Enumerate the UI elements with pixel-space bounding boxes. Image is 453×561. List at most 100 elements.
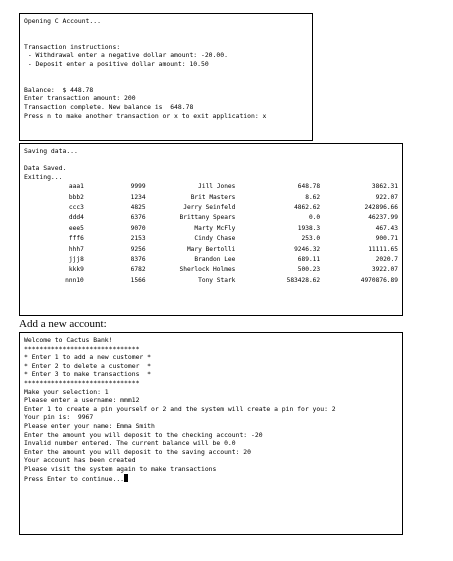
saving-balance-cell: 242896.66 (364, 204, 398, 212)
terminal-line: Enter the amount you will deposit to the… (24, 447, 252, 456)
checking-balance-cell: 8.62 (305, 193, 321, 201)
pin-cell: 8376 (130, 256, 146, 263)
saving-balance-cell: 3922.07 (371, 266, 398, 274)
account-id-cell: nnn10 (65, 276, 84, 284)
transaction-terminal: Opening C Account... Transaction instruct… (19, 13, 313, 141)
add-account-caption: Add a new account: (19, 318, 107, 330)
terminal-line: - Withdrawal enter a negative dollar amo… (24, 51, 228, 60)
terminal-line: Press n to make another transaction or x… (24, 111, 267, 120)
account-id-cell: hhh7 (68, 245, 84, 253)
account-id-cell: eee5 (68, 224, 84, 232)
table-row: nnn10 1566 Tony Stark 583428.62 4970876.89 (24, 276, 398, 286)
saving-balance-cell: 467.43 (375, 224, 398, 232)
pin-cell: 4825 (130, 204, 146, 212)
table-row: hhh7 9256 Mary Bertolli 9246.32 11111.65 (24, 245, 398, 255)
terminal-line: Invalid number entered. The current bala… (24, 439, 236, 448)
checking-balance-cell: 689.11 (297, 256, 321, 263)
terminal-line: * Enter 2 to delete a customer * (24, 361, 151, 370)
accounts-table: aaa1 9999 Jill Jones 648.78 3862.31 bbb2 1234 B… (24, 182, 398, 286)
pin-cell: 1234 (130, 193, 146, 201)
name-cell: Mary Bertolli (186, 245, 236, 253)
terminal-line: * Enter 3 to make transactions * (24, 370, 151, 379)
name-cell: Brit Masters (190, 193, 236, 201)
terminal-line: Balance: $ 448.78 (24, 85, 94, 94)
name-cell: Cindy Chase (194, 235, 236, 243)
name-cell: Jerry Seinfeld (183, 204, 236, 212)
saving-balance-cell: 900.71 (375, 235, 398, 243)
terminal-line: * Enter 1 to add a new customer * (24, 353, 151, 362)
terminal-line: Your pin is: 9967 (24, 413, 94, 422)
checking-balance-cell: 648.78 (297, 183, 321, 191)
checking-balance-cell: 9246.32 (294, 245, 321, 253)
account-id-cell: aaa1 (68, 183, 84, 191)
terminal-line: Enter the amount you will deposit to the… (24, 430, 263, 439)
continue-prompt: Press Enter to continue... (24, 474, 125, 483)
name-cell: Sherlock Holmes (179, 266, 236, 274)
name-cell: Tony Stark (198, 276, 236, 284)
text-cursor (124, 473, 129, 482)
pin-cell: 9256 (130, 245, 146, 253)
saving-balance-cell: 4970876.89 (360, 276, 398, 284)
name-cell: Jill Jones (198, 183, 236, 191)
terminal-line: Welcome to Cactus Bank! (24, 336, 113, 344)
pin-cell: 9999 (130, 183, 146, 191)
terminal-line: Enter transaction amount: 200 (24, 94, 136, 103)
checking-balance-cell: 0.0 (308, 214, 321, 222)
terminal-line: Please enter your name: Emma Smith (24, 421, 155, 430)
checking-balance-cell: 583428.62 (286, 276, 321, 284)
terminal-line: ****************************** (24, 378, 140, 387)
name-cell: Brittany Spears (179, 214, 236, 222)
saving-data-terminal: Saving data... Data Saved. Exiting... aaa1… (19, 143, 403, 316)
table-row: aaa1 9999 Jill Jones 648.78 3862.31 (24, 182, 398, 192)
terminal-line: Your account has been created (24, 456, 136, 465)
pin-cell: 1566 (130, 276, 146, 284)
pin-cell: 6782 (130, 266, 146, 274)
checking-balance-cell: 500.23 (297, 266, 321, 274)
saving-balance-cell: 3862.31 (371, 183, 398, 191)
saving-balance-cell: 2020.7 (375, 256, 398, 263)
name-cell: Marty McFly (194, 224, 236, 232)
checking-balance-cell: 1938.3 (297, 224, 321, 232)
table-row: ddd4 6376 Brittany Spears 0.0 46237.99 (24, 214, 398, 224)
table-row: jjj8 8376 Brandon Lee 689.11 2020.7 (24, 255, 398, 265)
pin-cell: 2153 (130, 235, 146, 243)
terminal-line: Enter 1 to create a pin yourself or 2 an… (24, 404, 336, 413)
terminal-line: ****************************** (24, 344, 140, 353)
table-row: bbb2 1234 Brit Masters 8.62 922.07 (24, 193, 398, 203)
pin-cell: 9070 (130, 224, 146, 232)
account-id-cell: jjj8 (68, 256, 84, 263)
terminal-prompt-line[interactable]: Press Enter to continue... (24, 473, 398, 483)
saving-balance-cell: 46237.99 (368, 214, 398, 222)
account-id-cell: ccc3 (68, 204, 84, 212)
terminal-line: Transaction instructions: (24, 42, 121, 51)
add-account-terminal: Welcome to Cactus Bank! *****************… (19, 332, 403, 535)
name-cell: Brandon Lee (194, 256, 236, 263)
table-row: fff6 2153 Cindy Chase 253.0 900.71 (24, 234, 398, 244)
terminal-line: Transaction complete. New balance is 648… (24, 102, 194, 111)
table-row: kkk9 6782 Sherlock Holmes 500.23 3922.07 (24, 266, 398, 276)
pin-cell: 6376 (130, 214, 146, 222)
terminal-line: Opening C Account... (24, 17, 101, 25)
terminal-line: Please enter a username: mmm12 (24, 396, 140, 405)
terminal-line: - Deposit enter a positive dollar amount… (24, 59, 209, 68)
checking-balance-cell: 4862.62 (294, 204, 321, 212)
account-id-cell: bbb2 (68, 193, 84, 201)
terminal-line: Saving data... (24, 147, 78, 155)
saving-balance-cell: 11111.65 (368, 245, 398, 253)
table-row: ccc3 4825 Jerry Seinfeld 4862.62 242896.66 (24, 203, 398, 213)
account-id-cell: kkk9 (68, 266, 84, 274)
account-id-cell: ddd4 (68, 214, 84, 222)
checking-balance-cell: 253.0 (301, 235, 321, 243)
terminal-line: Please visit the system again to make tr… (24, 464, 217, 473)
account-id-cell: fff6 (68, 235, 84, 243)
saving-balance-cell: 922.07 (375, 193, 398, 201)
table-row: eee5 9070 Marty McFly 1938.3 467.43 (24, 224, 398, 234)
terminal-line: Make your selection: 1 (24, 387, 109, 396)
terminal-line: Data Saved. (24, 164, 67, 173)
terminal-line: Exiting... (24, 172, 63, 181)
